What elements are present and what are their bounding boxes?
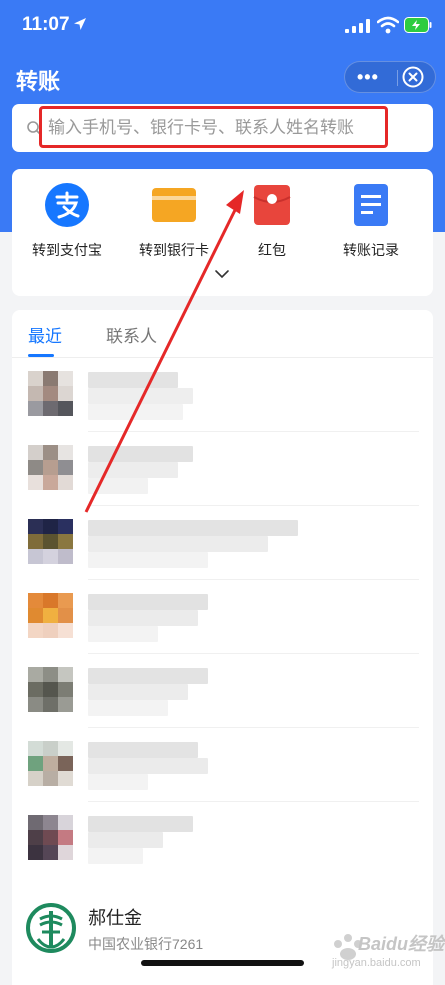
blurred-name — [88, 816, 193, 832]
action-label: 转账记录 — [343, 242, 399, 258]
cellular-signal-icon — [345, 19, 370, 33]
list-item[interactable] — [12, 654, 433, 728]
blurred-detail — [88, 700, 168, 716]
avatar — [28, 667, 73, 712]
wifi-icon — [377, 16, 399, 34]
action-transfer-record[interactable]: 转账记录 — [321, 183, 421, 260]
quick-actions-card: 转到支付宝 转到银行卡 红包 转账记录 — [12, 169, 433, 296]
list-item[interactable] — [12, 802, 433, 876]
blurred-detail — [88, 404, 183, 420]
alipay-icon — [45, 183, 89, 227]
status-time: 11:07 — [22, 14, 70, 35]
search-highlight-annotation — [39, 106, 388, 148]
recent-contacts-card: 最近 联系人 郝仕金 中国农业银行7261 — [12, 310, 433, 985]
tab-contacts[interactable]: 联系人 — [106, 322, 157, 347]
capsule-divider — [397, 70, 398, 86]
blurred-name — [88, 832, 163, 848]
blurred-name — [88, 610, 198, 626]
action-to-alipay[interactable]: 转到支付宝 — [17, 183, 117, 260]
avatar — [28, 815, 73, 860]
watermark-text: Baidu经验 — [358, 934, 445, 954]
contact-bank-detail: 中国农业银行7261 — [88, 936, 204, 952]
agricultural-bank-logo-icon — [26, 903, 76, 953]
blurred-detail — [88, 552, 208, 568]
blurred-name — [88, 446, 193, 462]
avatar — [28, 519, 73, 564]
blurred-name — [88, 758, 208, 774]
red-packet-icon — [253, 185, 291, 225]
location-arrow-icon — [74, 18, 86, 30]
list-item[interactable] — [12, 728, 433, 802]
avatar — [28, 445, 73, 490]
blurred-name — [88, 536, 268, 552]
action-label: 红包 — [258, 242, 286, 258]
blurred-detail — [88, 774, 148, 790]
list-item[interactable] — [12, 580, 433, 654]
blurred-name — [88, 742, 198, 758]
blurred-name — [88, 684, 188, 700]
action-to-bank-card[interactable]: 转到银行卡 — [124, 183, 224, 260]
blurred-name — [88, 462, 178, 478]
avatar — [28, 741, 73, 786]
blurred-detail — [88, 848, 143, 864]
watermark-url: jingyan.baidu.com — [332, 957, 421, 969]
chevron-down-icon[interactable] — [214, 269, 230, 279]
blurred-name — [88, 520, 298, 536]
blurred-detail — [88, 478, 148, 494]
action-label: 转到支付宝 — [32, 242, 102, 258]
list-item[interactable] — [12, 358, 433, 432]
mini-program-capsule: ••• — [344, 61, 436, 93]
action-label: 转到银行卡 — [139, 242, 209, 258]
blurred-name — [88, 372, 178, 388]
avatar — [28, 593, 73, 638]
action-red-packet[interactable]: 红包 — [222, 183, 322, 260]
status-bar: 11:07 — [0, 0, 445, 50]
blurred-name — [88, 594, 208, 610]
blurred-name — [88, 668, 208, 684]
page-title: 转账 — [16, 69, 61, 94]
blurred-detail — [88, 626, 158, 642]
blurred-name — [88, 388, 193, 404]
battery-charging-icon — [404, 17, 432, 33]
home-indicator — [141, 960, 304, 966]
list-item[interactable] — [12, 506, 433, 580]
close-icon[interactable] — [402, 66, 424, 88]
transfer-record-icon — [354, 184, 388, 226]
more-button[interactable]: ••• — [357, 68, 379, 86]
avatar — [28, 371, 73, 416]
contact-name: 郝仕金 — [88, 908, 142, 928]
list-item[interactable] — [12, 432, 433, 506]
bank-card-icon — [152, 188, 196, 222]
tab-recent[interactable]: 最近 — [28, 322, 62, 347]
